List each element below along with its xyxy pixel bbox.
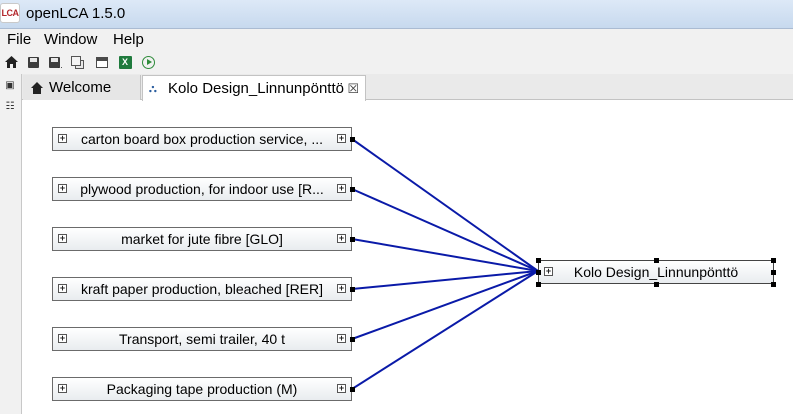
link-anchor-handle[interactable]	[350, 387, 355, 392]
expand-inputs-icon[interactable]: +	[58, 384, 67, 393]
tab-model-graph-label: Kolo Design_Linnunpönttö	[168, 80, 344, 97]
expand-inputs-icon[interactable]: +	[58, 134, 67, 143]
process-link	[351, 270, 539, 290]
process-node[interactable]: + plywood production, for indoor use [R.…	[52, 177, 352, 201]
selection-handle[interactable]	[536, 270, 541, 275]
process-node-label: plywood production, for indoor use [R...	[80, 181, 324, 197]
selection-handle[interactable]	[771, 282, 776, 287]
process-node-label: Packaging tape production (M)	[106, 381, 298, 397]
process-link	[351, 270, 539, 340]
menu-window[interactable]: Window	[44, 31, 97, 48]
expand-outputs-icon[interactable]: +	[337, 184, 346, 193]
excel-icon[interactable]: X	[118, 55, 132, 69]
expand-outputs-icon[interactable]: +	[337, 234, 346, 243]
save-as-icon[interactable]: ..	[47, 55, 63, 69]
expand-outputs-icon[interactable]: +	[337, 334, 346, 343]
reference-process-node[interactable]: + Kolo Design_Linnunpönttö	[538, 260, 774, 284]
link-anchor-handle[interactable]	[350, 137, 355, 142]
process-node[interactable]: + market for jute fibre [GLO] +	[52, 227, 352, 251]
process-node[interactable]: + Transport, semi trailer, 40 t +	[52, 327, 352, 351]
process-node-label: market for jute fibre [GLO]	[121, 231, 283, 247]
tab-model-graph[interactable]: ⛬ Kolo Design_Linnunpönttö ☒	[142, 75, 366, 101]
save-icon[interactable]	[26, 55, 40, 69]
openlca-logo-icon: LCA	[0, 3, 20, 23]
editor-tab-bar: Welcome ⛬ Kolo Design_Linnunpönttö ☒	[22, 74, 793, 101]
tab-welcome-label: Welcome	[49, 79, 112, 96]
toolbar: .. X	[0, 51, 793, 74]
expand-inputs-icon[interactable]: +	[58, 184, 67, 193]
reference-process-label: Kolo Design_Linnunpönttö	[573, 264, 739, 280]
home-icon[interactable]	[4, 55, 18, 69]
model-graph-icon: ⛬	[149, 82, 157, 95]
home-icon	[31, 81, 43, 94]
process-link	[351, 138, 539, 272]
process-node-label: carton board box production service, ...	[80, 131, 324, 147]
menu-bar: File Window Help	[0, 29, 793, 51]
save-all-icon[interactable]	[70, 55, 84, 69]
process-node-label: Transport, semi trailer, 40 t	[119, 331, 285, 347]
selection-handle[interactable]	[771, 270, 776, 275]
selection-handle[interactable]	[771, 258, 776, 263]
process-node[interactable]: + kraft paper production, bleached [RER]…	[52, 277, 352, 301]
left-trim-bar: ▣ ☷	[0, 74, 21, 414]
selection-handle[interactable]	[536, 282, 541, 287]
selection-handle[interactable]	[536, 258, 541, 263]
link-anchor-handle[interactable]	[350, 237, 355, 242]
process-node[interactable]: + carton board box production service, .…	[52, 127, 352, 151]
expand-outputs-icon[interactable]: +	[337, 134, 346, 143]
process-node-label: kraft paper production, bleached [RER]	[80, 281, 324, 297]
link-anchor-handle[interactable]	[350, 337, 355, 342]
menu-file[interactable]: File	[7, 31, 31, 48]
process-link	[351, 238, 539, 272]
run-icon[interactable]	[141, 55, 155, 69]
expand-inputs-icon[interactable]: +	[58, 234, 67, 243]
window-icon[interactable]	[95, 55, 109, 69]
expand-inputs-icon[interactable]: +	[544, 267, 553, 276]
link-anchor-handle[interactable]	[350, 187, 355, 192]
menu-help[interactable]: Help	[113, 31, 144, 48]
title-bar: LCA openLCA 1.5.0	[0, 0, 793, 29]
tab-welcome[interactable]: Welcome	[23, 75, 141, 100]
editor-area: Welcome ⛬ Kolo Design_Linnunpönttö ☒ + c…	[21, 74, 793, 414]
process-node[interactable]: + Packaging tape production (M) +	[52, 377, 352, 401]
window-title: openLCA 1.5.0	[26, 5, 126, 22]
expand-inputs-icon[interactable]: +	[58, 284, 67, 293]
expand-outputs-icon[interactable]: +	[337, 384, 346, 393]
selection-handle[interactable]	[654, 258, 659, 263]
expand-inputs-icon[interactable]: +	[58, 334, 67, 343]
model-graph-canvas[interactable]: + carton board box production service, .…	[22, 101, 793, 414]
restore-icon[interactable]: ▣	[4, 80, 16, 92]
process-link	[351, 270, 539, 390]
close-icon[interactable]: ☒	[347, 81, 359, 97]
navigation-tree-icon[interactable]: ☷	[4, 101, 16, 113]
expand-outputs-icon[interactable]: +	[337, 284, 346, 293]
link-anchor-handle[interactable]	[350, 287, 355, 292]
process-link	[351, 188, 539, 272]
selection-handle[interactable]	[654, 282, 659, 287]
